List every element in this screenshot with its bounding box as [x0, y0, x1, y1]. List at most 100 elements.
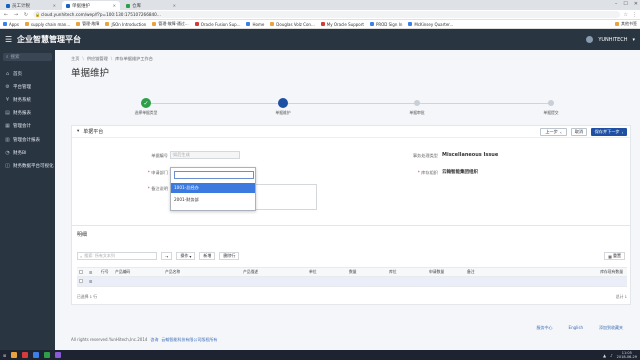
bookmark-item[interactable]: My Oracle Support — [320, 22, 364, 27]
maximize-icon[interactable]: ☐ — [623, 1, 627, 7]
cancel-button[interactable]: 取消 — [571, 128, 587, 136]
other-bookmarks[interactable]: 其他书签 — [615, 21, 637, 27]
sidebar-search[interactable]: ⌕ 搜索 — [3, 53, 52, 61]
close-tab-icon[interactable]: ✕ — [53, 3, 56, 8]
network-icon[interactable]: ▲ — [603, 353, 606, 358]
folder-icon — [152, 22, 157, 26]
col-header[interactable]: 行号 — [99, 269, 113, 275]
detail-grid: ☰ 行号 产品编码 产品名称 产品描述 单位 数量 库位 申请数量 备注 库存现… — [77, 267, 627, 287]
footer-link[interactable]: 云翰智能科技有限公司版权所有 — [161, 337, 217, 343]
folder-icon — [105, 22, 110, 26]
clock[interactable]: 11:05 2018-06-29 — [617, 351, 637, 359]
grid-toolbar: ⌕ 搜索: 所有文本列 → 操作 ▾ 新增 删除行 — [77, 252, 240, 260]
col-header[interactable]: 单位 — [307, 269, 347, 275]
detail-panel: 明细 ⌕ 搜索: 所有文本列 → 操作 ▾ 新增 删除行 ▦ 重置 ☰ 行号 产品… — [71, 225, 631, 305]
dropdown-option[interactable]: 1001-总经办 — [171, 183, 255, 193]
step-label: 单据审批 — [409, 110, 425, 115]
sidebar-item-platform[interactable]: ⚙ 平台管理 — [0, 80, 55, 93]
breadcrumb-link[interactable]: 主页 — [71, 56, 79, 62]
address-bar: ← → ↻ 🔒 cloud.yunhitech.com/wep/f?p=100:… — [0, 10, 640, 20]
bookmark-item[interactable]: McKinsey Quarter... — [408, 22, 453, 27]
windows-start-icon[interactable]: ⊞ — [3, 353, 6, 358]
minimize-icon[interactable]: – — [615, 1, 618, 7]
org-value: 云翰智能集团组织 — [442, 170, 478, 175]
col-header[interactable]: 备注 — [465, 269, 575, 275]
progress-stepper: ✓ 选择单据类型 单据维护 单据审批 单据提交 — [71, 95, 631, 125]
url-field[interactable]: 🔒 cloud.yunhitech.com/wep/f?p=100:130:17… — [33, 11, 620, 18]
col-header[interactable]: 库存现有数量 — [575, 269, 625, 275]
bookmark-item[interactable]: Home — [246, 22, 264, 27]
delete-row-button[interactable]: 删除行 — [219, 252, 240, 260]
close-tab-icon[interactable]: ✕ — [173, 3, 176, 8]
grid-icon: ▦ — [608, 253, 612, 259]
explorer-icon[interactable] — [11, 352, 18, 358]
selection-info: 已选择 1 行 — [77, 294, 98, 299]
col-header[interactable]: 产品描述 — [241, 269, 307, 275]
forward-icon[interactable]: → — [13, 12, 19, 18]
bookmark-item[interactable]: 管理·故障 — [76, 21, 99, 27]
app-icon[interactable] — [55, 352, 62, 358]
breadcrumb-link[interactable]: 供应链管理 — [87, 56, 108, 62]
row-menu-icon[interactable]: ☰ — [87, 279, 99, 284]
sidebar-item-home[interactable]: ⌂ 首页 — [0, 67, 55, 80]
grid-search-input[interactable]: ⌕ 搜索: 所有文本列 — [77, 252, 157, 260]
back-icon[interactable]: ← — [3, 12, 9, 18]
sidebar-item-reports[interactable]: ▤ 财务报表 — [0, 107, 55, 120]
row-checkbox[interactable] — [79, 279, 83, 283]
reset-button[interactable]: ▦ 重置 — [604, 252, 625, 260]
step-todo — [548, 100, 554, 106]
footer-link[interactable]: 添加到收藏夹 — [599, 325, 623, 331]
star-icon[interactable]: ☆ — [624, 12, 628, 18]
browser-icon[interactable] — [33, 352, 40, 358]
sidebar-item-mgmt-reports[interactable]: ▥ 管理会计报表 — [0, 133, 55, 146]
txn-type-label: 事务处理类型 — [412, 153, 438, 158]
home-icon: ⌂ — [5, 70, 10, 77]
bookmark-item[interactable]: 管理·故障·通过... — [152, 21, 189, 27]
browser-tab-active[interactable]: 单据维护 ✕ — [62, 1, 120, 10]
prev-step-button[interactable]: 上一步 ‹ — [540, 128, 567, 136]
bookmark-item[interactable]: PROD Sign In — [369, 22, 402, 27]
table-row[interactable]: ☰ — [77, 277, 627, 287]
col-header[interactable]: 数量 — [347, 269, 387, 275]
collapse-chevron-icon[interactable]: ▾ — [77, 129, 79, 134]
search-button[interactable]: → — [161, 252, 173, 260]
actions-button[interactable]: 操作 ▾ — [176, 252, 196, 260]
col-header[interactable]: 产品名称 — [163, 269, 241, 275]
chevron-down-icon: ▾ — [189, 253, 192, 259]
app-icon[interactable] — [44, 352, 51, 358]
footer-link[interactable]: English — [569, 325, 583, 331]
sidebar-item-dashboard[interactable]: ◫ 财务数据平台可视化 — [0, 159, 55, 172]
app-icon[interactable] — [22, 352, 29, 358]
footer-link[interactable]: 服务中心 — [537, 325, 553, 331]
browser-tab[interactable]: 仓库 ✕ — [122, 1, 180, 10]
dropdown-option[interactable]: 2001-财务部 — [171, 195, 255, 205]
menu-dots-icon[interactable]: ⋮ — [632, 12, 637, 18]
window-controls: – ☐ ✕ — [615, 1, 638, 7]
dropdown-search-input[interactable] — [174, 171, 254, 179]
sidebar-item-bi[interactable]: ◔ 财务BI — [0, 146, 55, 159]
select-all-checkbox[interactable] — [79, 269, 83, 274]
reload-icon[interactable]: ↻ — [23, 12, 29, 18]
close-tab-icon[interactable]: ✕ — [113, 3, 116, 8]
col-header[interactable]: 产品编码 — [113, 269, 163, 275]
add-row-button[interactable]: 新增 — [199, 252, 216, 260]
bookmark-item[interactable]: JSOn Introduction — [105, 22, 146, 27]
volume-icon[interactable]: ♪ — [610, 353, 613, 358]
close-window-icon[interactable]: ✕ — [634, 1, 638, 7]
remark-label: * 备注说明 — [147, 186, 168, 191]
browser-tab[interactable]: 员工计税 ✕ — [2, 1, 60, 10]
sidebar-item-mgmt-accounting[interactable]: ▦ 管理会计 — [0, 120, 55, 133]
col-header[interactable]: 申请数量 — [427, 269, 465, 275]
dept-dropdown: 1001-总经办 2001-财务部 — [170, 167, 256, 211]
bookmark-item[interactable]: Douglas Volz Con... — [270, 22, 315, 27]
grid-footer: 已选择 1 行 总计 1 — [77, 294, 627, 300]
bookmark-item[interactable]: Apps — [3, 22, 19, 27]
user-menu[interactable]: YUNHITECH ▾ — [586, 36, 635, 43]
footer-link[interactable]: 咨询 — [150, 337, 158, 343]
bookmark-item[interactable]: Oracle Fusion Sup... — [194, 22, 240, 27]
bookmark-item[interactable]: supply chain man... — [24, 22, 70, 27]
save-next-button[interactable]: 保存并下一步 › — [591, 128, 627, 136]
col-header[interactable]: 库位 — [387, 269, 427, 275]
menu-toggle-icon[interactable]: ☰ — [5, 35, 15, 44]
sidebar-item-finance[interactable]: ¥ 财务系统 — [0, 93, 55, 106]
